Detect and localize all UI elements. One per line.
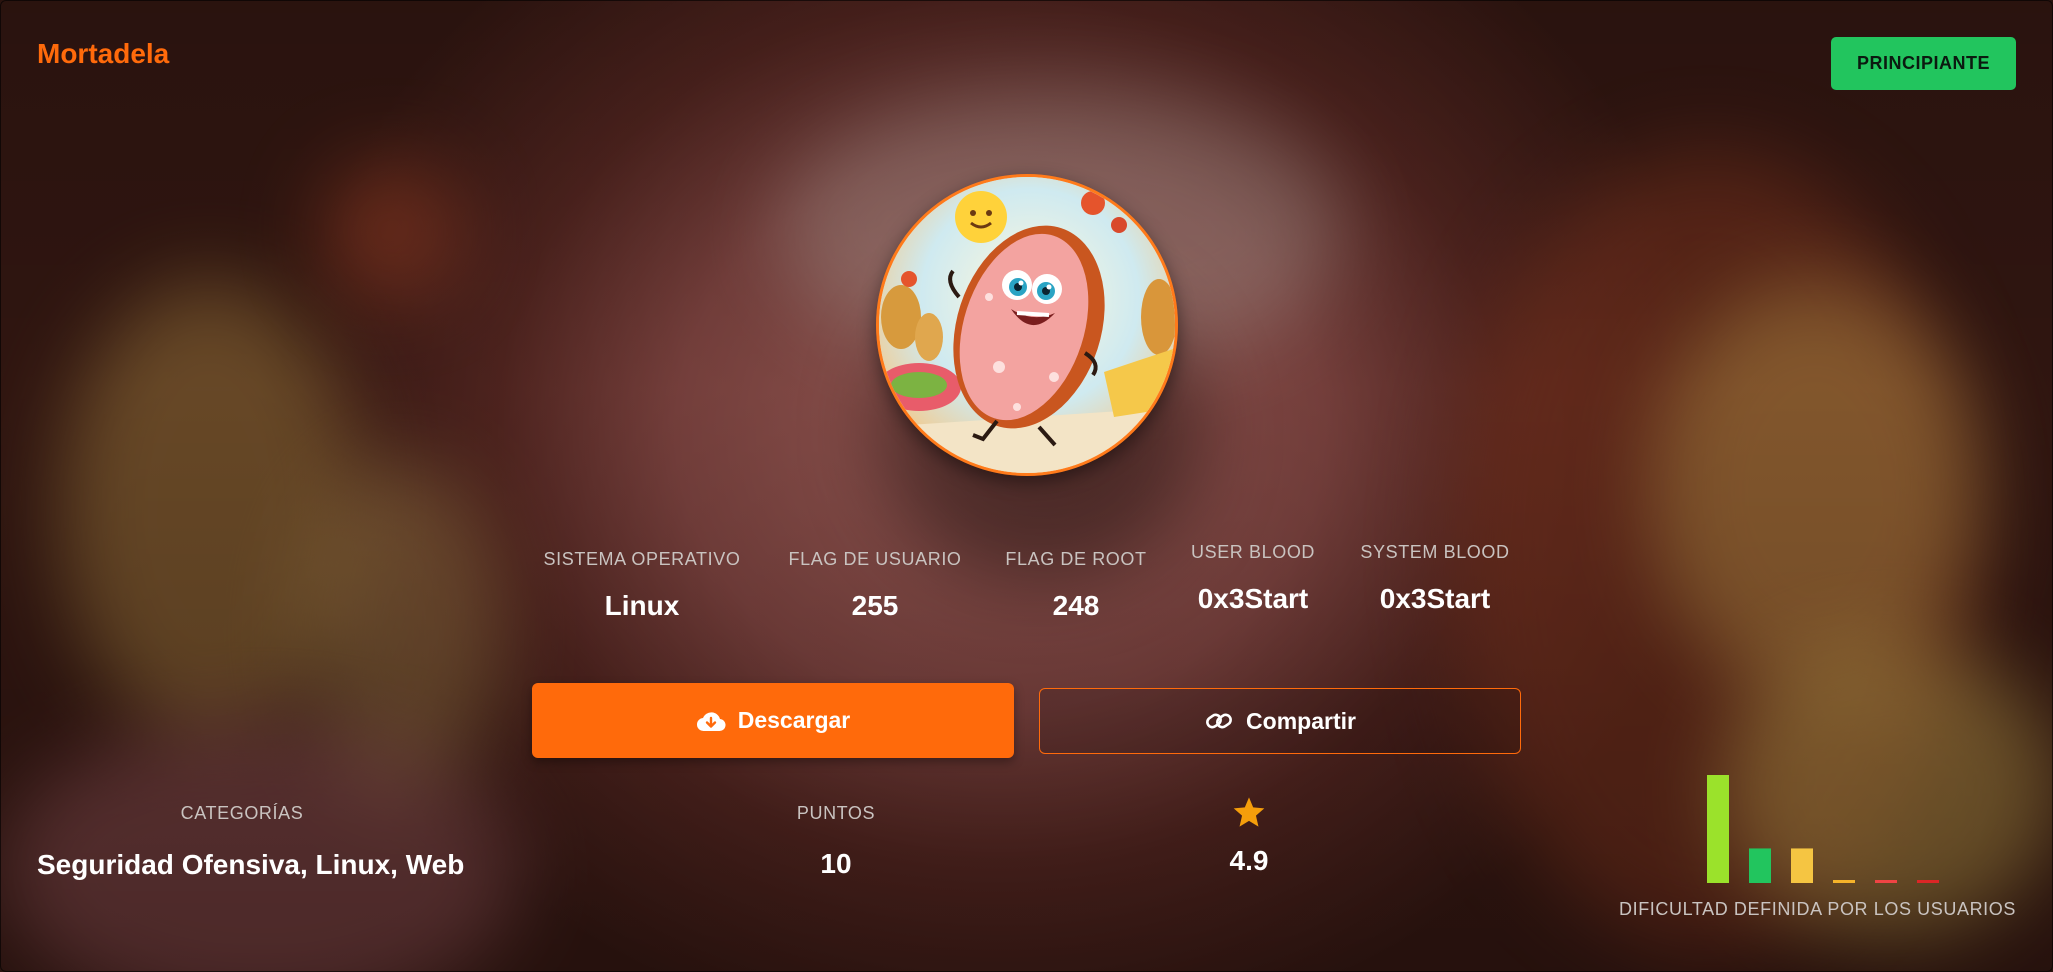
stat-label: FLAG DE USUARIO [788, 549, 962, 569]
rating-block: 4.9 [1149, 796, 1349, 877]
difficulty-bar-6 [1917, 880, 1939, 883]
stat-value: 248 [1052, 590, 1100, 621]
categories-label: CATEGORÍAS [180, 803, 304, 823]
difficulty-chart [1707, 775, 1939, 883]
stat-user-blood: USER BLOOD 0x3Start [1178, 542, 1328, 615]
stat-label: FLAG DE ROOT [1005, 549, 1147, 569]
points-label: PUNTOS [796, 803, 876, 823]
difficulty-chart-caption: DIFICULTAD DEFINIDA POR LOS USUARIOS [1619, 899, 2016, 919]
points-block: PUNTOS 10 [736, 803, 936, 880]
difficulty-bar-1 [1707, 775, 1729, 883]
categories-block: CATEGORÍAS [37, 803, 447, 824]
download-button[interactable]: Descargar [532, 683, 1014, 758]
stat-user-flag: FLAG DE USUARIO 255 [780, 549, 970, 622]
stat-value: 0x3Start [1197, 583, 1309, 614]
difficulty-bar-4 [1833, 880, 1855, 883]
difficulty-bar-5 [1875, 880, 1897, 883]
stat-value: Linux [604, 590, 680, 621]
stat-label: SISTEMA OPERATIVO [543, 549, 741, 569]
cloud-download-icon [696, 709, 726, 733]
stat-value: 255 [851, 590, 899, 621]
points-value: 10 [820, 848, 852, 879]
stat-label: USER BLOOD [1190, 542, 1316, 562]
machine-avatar [876, 174, 1178, 476]
star-icon [1232, 796, 1266, 833]
download-label: Descargar [737, 707, 851, 733]
stat-system-blood: SYSTEM BLOOD 0x3Start [1350, 542, 1520, 615]
rating-value: 4.9 [1229, 845, 1269, 876]
link-icon [1204, 709, 1234, 733]
difficulty-badge: PRINCIPIANTE [1831, 37, 2016, 90]
share-button[interactable]: Compartir [1039, 688, 1521, 754]
difficulty-bar-2 [1749, 848, 1771, 883]
stat-root-flag: FLAG DE ROOT 248 [996, 549, 1156, 622]
difficulty-bar-3 [1791, 848, 1813, 883]
machine-title: Mortadela [37, 38, 170, 69]
share-label: Compartir [1246, 707, 1356, 734]
categories-value: Seguridad Ofensiva, Linux, Web [37, 849, 465, 880]
stat-label: SYSTEM BLOOD [1360, 542, 1510, 562]
stat-value: 0x3Start [1379, 583, 1491, 614]
stat-operating-system: SISTEMA OPERATIVO Linux [533, 549, 751, 622]
